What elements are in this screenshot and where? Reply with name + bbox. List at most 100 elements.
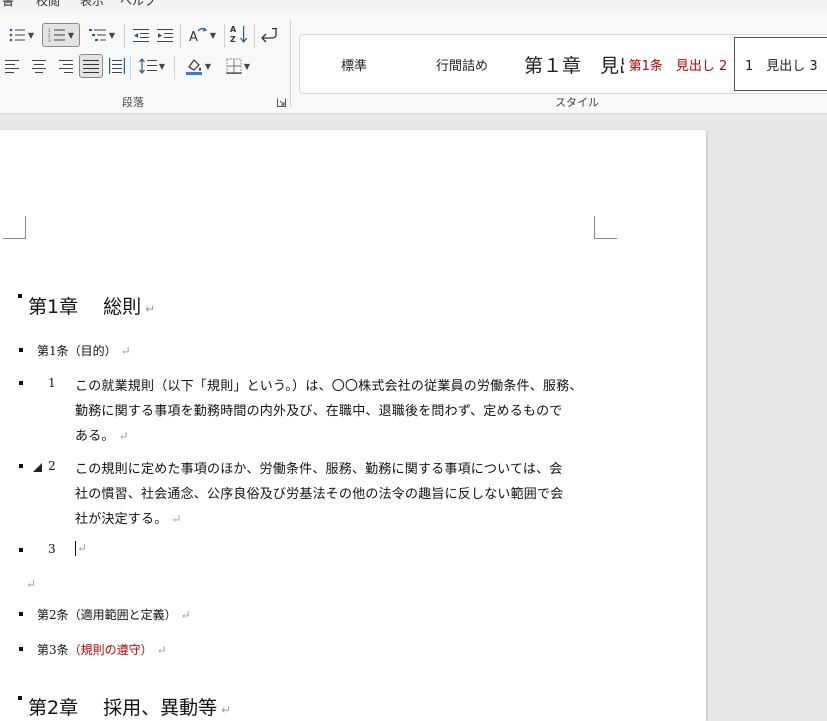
document-page[interactable]: 第1章 総則 ↵ 第1条（目的） ↵ 1 この就業規則（以下「規則」という。）は、〇… (0, 130, 706, 721)
style-label: 標準 (340, 58, 367, 74)
article-3-heading[interactable]: 第3条（規則の遵守） ↵ (37, 641, 167, 658)
separator (180, 24, 181, 48)
text-cursor (75, 541, 76, 556)
borders-icon (226, 58, 242, 74)
paragraph-dialog-launcher[interactable] (274, 95, 288, 109)
paragraph-marker (19, 612, 23, 616)
crop-mark-right (594, 216, 617, 239)
chapter-heading-1[interactable]: 第1章 総則 ↵ (28, 292, 155, 319)
separator (224, 24, 225, 48)
style-no-spacing[interactable]: 行間詰め (408, 35, 516, 93)
return-mark: ↵ (221, 703, 232, 717)
sort-icon: AZ (230, 25, 248, 44)
align-left-icon (5, 60, 19, 73)
styles-gallery: 標準 行間詰め 第１章 見出 第1条 見出し 2 1 見出し 3 (299, 34, 827, 94)
align-right-button[interactable] (54, 55, 76, 77)
separator (254, 24, 255, 48)
item-3-line[interactable]: ↵ (75, 541, 87, 556)
article-1-heading[interactable]: 第1条（目的） ↵ (37, 342, 131, 359)
style-label: 1 見出し 3 (745, 58, 818, 74)
article-title-red: （規則の遵守） (68, 643, 153, 657)
return-mark: ↵ (77, 541, 88, 555)
svg-text:3: 3 (48, 38, 51, 42)
chapter-heading-2[interactable]: 第2章 採用、異動等 ↵ (28, 693, 231, 720)
return-mark: ↵ (180, 608, 191, 622)
increase-indent-button[interactable] (154, 24, 176, 46)
text-direction-button[interactable]: A ▼ (184, 24, 220, 46)
decrease-indent-button[interactable] (130, 24, 152, 46)
article-2-heading[interactable]: 第2条（適用範囲と定義） ↵ (37, 606, 191, 623)
styles-group-label: スタイル (555, 96, 599, 109)
increase-indent-icon (157, 29, 173, 42)
chevron-down-icon: ▼ (27, 30, 35, 40)
paragraph-mark-icon (261, 28, 277, 43)
style-label: 第１章 見出 (524, 54, 624, 77)
show-marks-button[interactable] (258, 24, 280, 46)
item-number: 3 (48, 542, 56, 556)
menu-item-help[interactable]: ヘルプ (120, 0, 156, 9)
ribbon: ▼ 123 ▼ ▼ A ▼ AZ ▼ ▼ ▼ 段落 標準 行間詰め 第１章 見 … (0, 11, 827, 114)
heading-text: 第1章 総則 (28, 296, 142, 318)
item-2-line-2[interactable]: 社の慣習、社会通念、公序良俗及び労基法その他の法令の趣旨に反しない範囲で会 (75, 483, 563, 502)
style-heading-3[interactable]: 1 見出し 3 (734, 37, 827, 91)
bullets-icon (9, 28, 25, 42)
article-text: 第1条（目的） (37, 344, 117, 358)
item-number: 1 (48, 376, 56, 390)
crop-mark-left (3, 216, 26, 239)
chevron-down-icon: ▼ (67, 30, 75, 40)
empty-paragraph[interactable]: ↵ (26, 573, 36, 592)
paragraph-marker (19, 647, 23, 651)
item-1-line-3[interactable]: ある。 ↵ (75, 425, 129, 444)
heading-text: 第2章 採用、異動等 (28, 697, 218, 719)
item-2-line-1[interactable]: この規則に定めた事項のほか、労働条件、服務、勤務に関する事項については、会 (75, 458, 563, 477)
sort-button[interactable]: AZ (228, 23, 250, 45)
distributed-button[interactable] (106, 55, 128, 77)
multilevel-list-icon (88, 29, 106, 41)
align-right-icon (59, 60, 73, 73)
multilevel-list-button[interactable]: ▼ (84, 24, 120, 46)
shading-icon (185, 59, 202, 75)
style-label: 第1条 見出し 2 (628, 58, 728, 74)
return-mark: ↵ (120, 344, 131, 358)
return-mark: ↵ (156, 643, 167, 657)
item-2-line-3[interactable]: 社が決定する。 ↵ (75, 508, 182, 527)
paragraph-marker (18, 696, 22, 700)
text-direction-icon: A (189, 27, 208, 43)
menu-item-0[interactable]: 書 (2, 0, 14, 9)
center-icon (32, 60, 46, 73)
line-spacing-icon (138, 58, 157, 74)
separator (130, 55, 131, 79)
paragraph-marker (19, 464, 23, 468)
article-text: 第2条（適用範囲と定義） (37, 608, 177, 622)
shading-button[interactable]: ▼ (180, 55, 216, 77)
style-heading-1[interactable]: 第１章 見出 (516, 35, 624, 93)
item-1-line-2[interactable]: 勤務に関する事項を勤務時間の内外及び、在職中、退職後を問わず、定めるもので (75, 400, 563, 419)
style-normal[interactable]: 標準 (300, 35, 408, 93)
chevron-down-icon: ▼ (243, 61, 251, 71)
align-left-button[interactable] (2, 55, 24, 77)
justify-button[interactable] (79, 54, 103, 78)
decrease-indent-icon (133, 29, 149, 42)
menu-item-review[interactable]: 校閲 (36, 0, 60, 9)
paragraph-group-label: 段落 (122, 96, 144, 109)
paragraph-marker (19, 548, 23, 552)
borders-button[interactable]: ▼ (220, 55, 256, 77)
item-1-line-1[interactable]: この就業規則（以下「規則」という。）は、〇〇株式会社の従業員の労働条件、服務、 (75, 375, 583, 394)
bullets-button[interactable]: ▼ (2, 24, 40, 46)
separator (174, 55, 175, 79)
line-text: 社が決定する。 (75, 512, 168, 527)
style-heading-2[interactable]: 第1条 見出し 2 (624, 35, 732, 93)
return-mark: ↵ (171, 512, 182, 526)
numbering-button[interactable]: 123 ▼ (42, 23, 80, 47)
group-separator (290, 19, 291, 107)
justify-icon (83, 60, 99, 73)
paragraph-marker (19, 348, 23, 352)
line-spacing-button[interactable]: ▼ (134, 55, 170, 77)
svg-text:A: A (230, 25, 237, 34)
center-button[interactable] (28, 55, 50, 77)
collapse-triangle-icon[interactable] (33, 463, 42, 472)
chevron-down-icon: ▼ (158, 61, 166, 71)
svg-text:A: A (189, 30, 198, 43)
distributed-icon (109, 58, 125, 74)
menu-item-view[interactable]: 表示 (80, 0, 104, 9)
